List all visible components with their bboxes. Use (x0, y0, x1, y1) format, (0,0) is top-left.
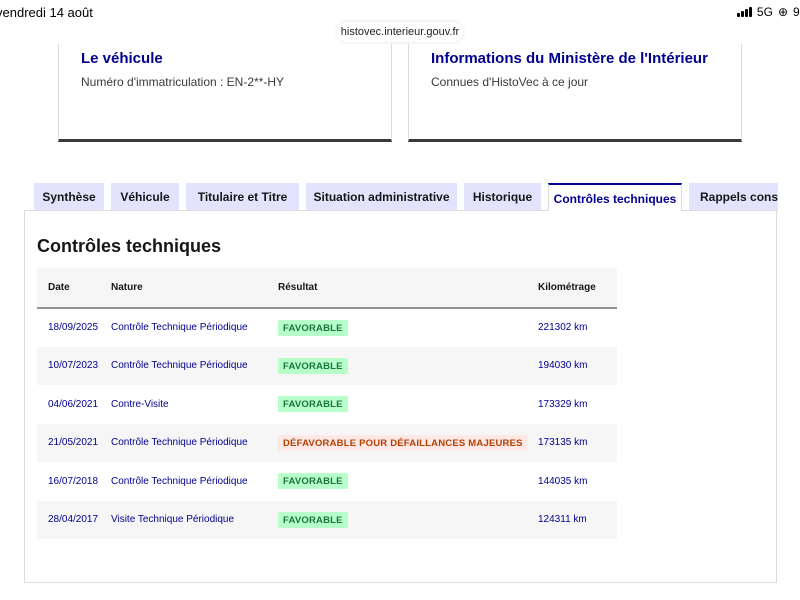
tab-situation-administrative[interactable]: Situation administrative (306, 183, 457, 211)
row-date: 18/09/2025 (48, 322, 99, 334)
table-row: 10/07/2023 Contrôle Technique Périodique… (37, 346, 617, 385)
row-kilometrage: 194030 km (538, 360, 588, 372)
tab-controles-techniques[interactable]: Contrôles techniques (548, 183, 682, 211)
column-header-kilometrage: Kilométrage (538, 282, 596, 293)
result-badge: FAVORABLE (278, 319, 348, 336)
signal-strength-icon (736, 7, 752, 17)
table-row: 21/05/2021 Contrôle Technique Périodique… (37, 423, 617, 462)
vehicle-card-title: Le véhicule (81, 50, 163, 67)
tab-rappels-constructeur[interactable]: Rappels constructeur (689, 183, 778, 211)
section-title: Contrôles techniques (37, 236, 222, 256)
tab-bar: Synthèse Véhicule Titulaire et Titre Sit… (34, 183, 778, 211)
ministry-card: Informations du Ministère de l'Intérieur… (408, 44, 742, 142)
row-kilometrage: 221302 km (538, 322, 588, 334)
tab-synthese[interactable]: Synthèse (34, 183, 104, 211)
result-badge: FAVORABLE (278, 511, 348, 528)
ministry-card-title: Informations du Ministère de l'Intérieur (431, 50, 708, 67)
tab-titulaire-titre[interactable]: Titulaire et Titre (186, 183, 299, 211)
registration-number: Numéro d'immatriculation : EN-2**-HY (81, 75, 285, 89)
table-row: 18/09/2025 Contrôle Technique Périodique… (37, 308, 617, 347)
row-date: 10/07/2023 (48, 360, 99, 372)
column-header-date: Date (48, 282, 70, 293)
status-bar-indicators: 5G ⊕ 9 (736, 5, 800, 19)
browser-url-bar[interactable]: histovec.interieur.gouv.fr (337, 22, 463, 42)
tab-historique[interactable]: Historique (464, 183, 541, 211)
url-text: histovec.interieur.gouv.fr (340, 26, 460, 38)
table-row: 28/04/2017 Visite Technique Périodique F… (37, 500, 617, 539)
row-date: 16/07/2018 (48, 475, 99, 487)
result-badge: FAVORABLE (278, 473, 348, 490)
result-badge: FAVORABLE (278, 396, 348, 413)
column-header-nature: Nature (111, 282, 143, 293)
rotation-lock-icon: ⊕ (777, 5, 788, 19)
network-label: 5G (756, 5, 773, 19)
row-nature: Contre-Visite (111, 398, 169, 410)
row-date: 28/04/2017 (48, 514, 99, 526)
row-kilometrage: 124311 km (538, 514, 587, 526)
row-kilometrage: 173329 km (538, 398, 588, 410)
row-date: 21/05/2021 (48, 437, 99, 449)
ministry-card-subtitle: Connues d'HistoVec à ce jour (431, 75, 589, 89)
controles-panel: Contrôles techniques Date Nature Résulta… (24, 210, 777, 583)
row-kilometrage: 173135 km (538, 437, 588, 449)
row-date: 04/06/2021 (48, 398, 99, 410)
status-bar-date: vendredi 14 août (0, 5, 93, 20)
row-nature: Visite Technique Périodique (111, 514, 235, 526)
row-nature: Contrôle Technique Périodique (111, 437, 248, 449)
vehicle-card: Le véhicule Numéro d'immatriculation : E… (58, 44, 392, 142)
table-row: 16/07/2018 Contrôle Technique Périodique… (37, 462, 617, 501)
row-kilometrage: 144035 km (538, 475, 588, 487)
column-header-resultat: Résultat (278, 282, 318, 293)
row-nature: Contrôle Technique Périodique (111, 322, 248, 334)
result-badge: FAVORABLE (278, 357, 348, 374)
controles-table: Date Nature Résultat Kilométrage 18/09/2… (37, 268, 617, 539)
battery-level: 9 (793, 5, 800, 19)
result-badge: DÉFAVORABLE POUR DÉFAILLANCES MAJEURES (278, 434, 528, 451)
row-nature: Contrôle Technique Périodique (111, 475, 248, 487)
tab-vehicule[interactable]: Véhicule (111, 183, 179, 211)
row-nature: Contrôle Technique Périodique (111, 360, 248, 372)
table-row: 04/06/2021 Contre-Visite FAVORABLE 17332… (37, 385, 617, 424)
table-header-row: Date Nature Résultat Kilométrage (37, 268, 617, 308)
